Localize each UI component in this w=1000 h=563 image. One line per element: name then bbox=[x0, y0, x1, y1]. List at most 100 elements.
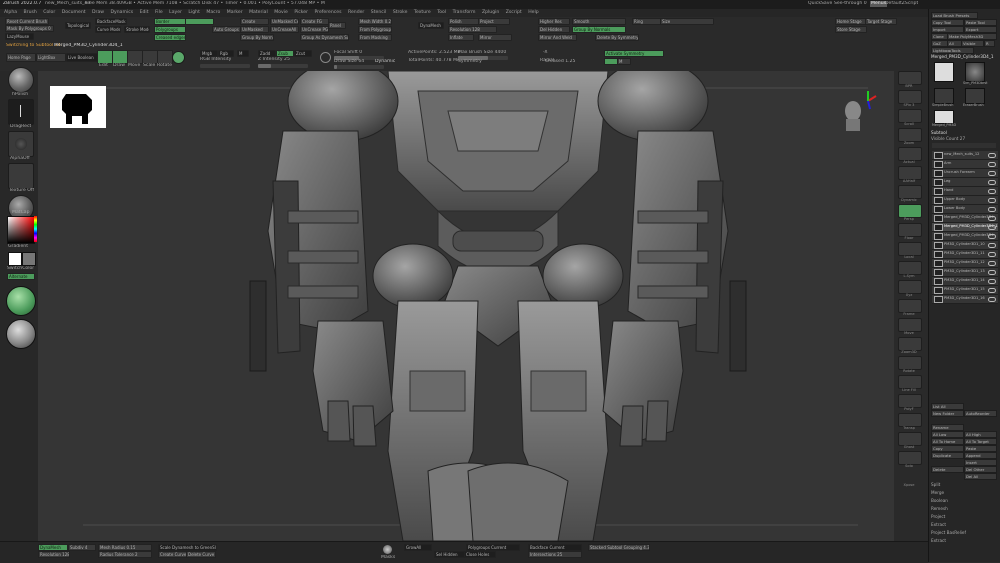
menu-alpha[interactable]: Alpha bbox=[4, 9, 17, 17]
delete-by-symmetry-button[interactable]: Delete By Symmetry bbox=[595, 34, 639, 41]
viewport-canvas[interactable] bbox=[38, 71, 894, 541]
stacked-subtool-slider[interactable]: Stacked Subtool Grouping 4.35 bbox=[588, 544, 650, 551]
eye-icon[interactable] bbox=[988, 243, 996, 248]
radius-tolerance-slider[interactable]: Radius Tolerance 2 bbox=[98, 551, 152, 558]
make-polymesh-button[interactable]: Make PolyMesh3D bbox=[947, 33, 997, 40]
resolution-slider[interactable]: Resolution 128 bbox=[448, 26, 497, 33]
del-hidden-button[interactable]: Del Hidden bbox=[538, 26, 570, 33]
uncrease-all-button[interactable]: UnCreaseAll bbox=[270, 26, 299, 33]
border-toggle[interactable] bbox=[185, 18, 214, 25]
border-button[interactable]: Border bbox=[154, 18, 186, 25]
lightbox-button[interactable]: LightBox bbox=[36, 53, 66, 62]
create-fg-button[interactable]: Create FG bbox=[300, 18, 329, 25]
paste-button[interactable]: Paste bbox=[964, 445, 997, 452]
polyf-button[interactable] bbox=[898, 375, 922, 389]
subdiv-bottom-slider[interactable]: Subdiv 4 bbox=[68, 544, 96, 551]
import-button[interactable]: Import bbox=[931, 26, 964, 33]
store-stage-button[interactable]: Store Stage bbox=[835, 26, 867, 33]
all-to-target-button[interactable]: All To Target bbox=[964, 438, 997, 445]
menu-marker[interactable]: Marker bbox=[227, 9, 243, 17]
unmasked-center-button[interactable]: UnMasked Center bbox=[270, 18, 299, 25]
move-view-button[interactable] bbox=[898, 299, 922, 313]
eye-icon[interactable] bbox=[988, 171, 996, 176]
subtool-folder[interactable]: Arm bbox=[932, 160, 998, 169]
all-low-button[interactable]: All Low bbox=[931, 431, 964, 438]
backface-mask-button[interactable]: BackfaceMask bbox=[95, 18, 127, 25]
grow-all-button[interactable]: GrowAll bbox=[404, 544, 432, 551]
subtool-item[interactable]: PM3D_Cylinder3D1_15 bbox=[932, 286, 998, 295]
eye-icon[interactable] bbox=[988, 153, 996, 158]
extract-section[interactable]: Extract bbox=[931, 522, 946, 527]
remesh-section[interactable]: Remesh bbox=[931, 506, 948, 511]
subtool-item-selected[interactable]: Merged_PM3D_Cylinder3D4_1 bbox=[932, 223, 998, 232]
live-boolean-button[interactable]: Live Boolean bbox=[66, 53, 98, 62]
extract-section-2[interactable]: Extract bbox=[931, 538, 946, 543]
eye-icon[interactable] bbox=[988, 234, 996, 239]
bpr-button[interactable] bbox=[898, 71, 922, 85]
all-to-home-button[interactable]: All To Home bbox=[931, 438, 964, 445]
menu-draw[interactable]: Draw bbox=[92, 9, 104, 17]
merge-section[interactable]: Merge bbox=[931, 490, 944, 495]
subtool-item[interactable]: PM3D_Cylinder3D1_10 bbox=[932, 241, 998, 250]
size-slider[interactable]: Size bbox=[660, 18, 714, 25]
del-all-button[interactable]: Del All bbox=[964, 473, 997, 480]
export-button[interactable]: Export bbox=[964, 26, 997, 33]
menu-dynamics[interactable]: Dynamics bbox=[110, 9, 133, 17]
tool-thumb-simplebrush[interactable] bbox=[934, 88, 954, 104]
del-other-button[interactable]: Del Other bbox=[964, 466, 997, 473]
group-by-normals-2-button[interactable]: Group By Normals bbox=[572, 26, 626, 33]
eye-icon[interactable] bbox=[988, 225, 996, 230]
tool-thumb-merged[interactable] bbox=[934, 62, 954, 82]
menu-stencil[interactable]: Stencil bbox=[371, 9, 387, 17]
create-button[interactable]: Create bbox=[240, 18, 269, 25]
subtool-item[interactable]: new_Mech_suits_12 bbox=[932, 151, 998, 160]
aahalf-button[interactable] bbox=[898, 166, 922, 180]
spix-button[interactable] bbox=[898, 90, 922, 104]
list-all-button[interactable]: List All bbox=[931, 403, 964, 410]
from-polygroups-button[interactable]: From Polygroups bbox=[358, 26, 392, 33]
rotate-view-button[interactable] bbox=[898, 337, 922, 351]
ghost-button[interactable] bbox=[898, 413, 922, 427]
curve-mode-button[interactable]: Curve Mode bbox=[95, 26, 121, 33]
menu-movie[interactable]: Movie bbox=[274, 9, 288, 17]
duplicate-button[interactable]: Duplicate bbox=[931, 452, 964, 459]
menu-light[interactable]: Light bbox=[188, 9, 199, 17]
load-brush-presets-button[interactable]: Load Brush Presets bbox=[931, 12, 978, 19]
mesh-radius-slider[interactable]: Mesh Radius 0.15 bbox=[98, 544, 152, 551]
menu-material[interactable]: Material bbox=[249, 9, 268, 17]
new-folder-button[interactable]: New Folder bbox=[931, 410, 964, 417]
copy-tool-button[interactable]: Copy Tool bbox=[931, 19, 964, 26]
stroke-thumbnail[interactable] bbox=[8, 99, 34, 125]
m-button[interactable]: M bbox=[237, 50, 249, 57]
z-intensity-slider[interactable] bbox=[258, 64, 308, 68]
rotate-mode-button[interactable] bbox=[157, 50, 173, 64]
scale-dynamesh-button[interactable]: Scale Dynamesh to GreenSlice bbox=[158, 544, 217, 551]
menu-layer[interactable]: Layer bbox=[169, 9, 182, 17]
append-button[interactable]: Append bbox=[964, 452, 997, 459]
hue-strip[interactable] bbox=[34, 216, 37, 242]
zoom3d-button[interactable] bbox=[898, 318, 922, 332]
from-masking-button[interactable]: From Masking bbox=[358, 34, 392, 41]
target-stage-button[interactable]: Target Stage bbox=[865, 18, 897, 25]
m-sym-button[interactable]: M bbox=[617, 58, 631, 65]
scroll-button[interactable] bbox=[898, 109, 922, 123]
dynamic-persp-button[interactable] bbox=[898, 185, 922, 199]
draw-size-slider[interactable] bbox=[334, 65, 384, 69]
menu-stroke[interactable]: Stroke bbox=[393, 9, 408, 17]
subtool-item[interactable]: PM3D_Cylinder3D1_14 bbox=[932, 277, 998, 286]
resolution-bottom-slider[interactable]: Resolution 128 bbox=[38, 551, 70, 558]
create-curve-button[interactable]: Create Curve bbox=[158, 551, 188, 558]
actual-button[interactable] bbox=[898, 147, 922, 161]
polish-button[interactable]: Polish bbox=[448, 18, 480, 25]
frame-button[interactable] bbox=[898, 280, 922, 294]
color-picker[interactable] bbox=[7, 216, 35, 244]
close-holes-button[interactable]: Close Holes bbox=[464, 551, 496, 558]
dynamic-size-icon[interactable] bbox=[320, 52, 331, 63]
uncrease-pg-button[interactable]: UnCrease PG bbox=[300, 26, 329, 33]
scale-mode-button[interactable] bbox=[142, 50, 158, 64]
project-section[interactable]: Project bbox=[931, 514, 945, 519]
subtool-folder[interactable]: Uncrush Forearm bbox=[932, 169, 998, 178]
menu-preferences[interactable]: Preferences bbox=[314, 9, 341, 17]
boolean-section[interactable]: Boolean bbox=[931, 498, 948, 503]
eye-icon[interactable] bbox=[988, 189, 996, 194]
